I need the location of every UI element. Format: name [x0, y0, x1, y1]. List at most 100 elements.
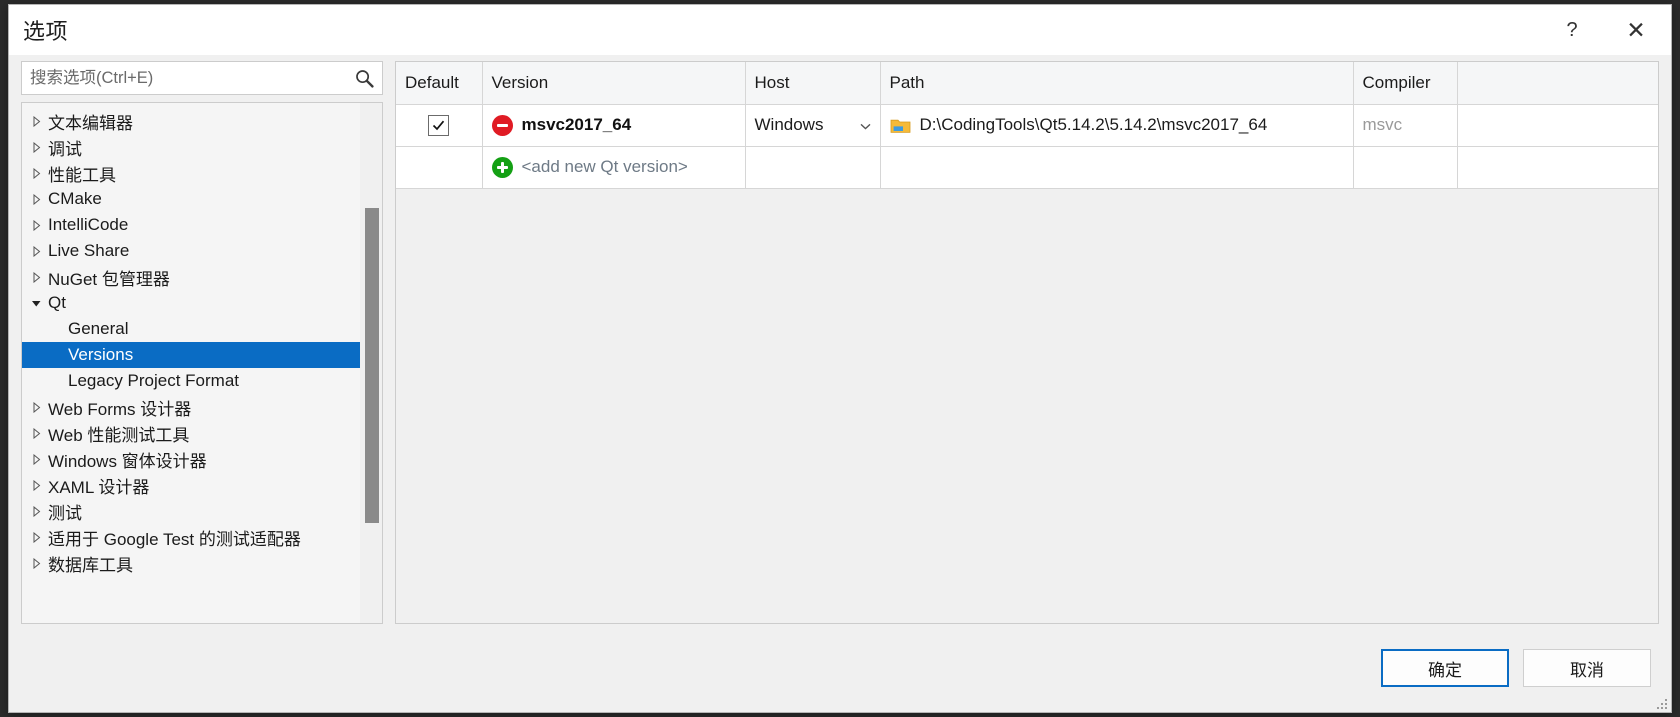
sidebar-item-label: IntelliCode — [48, 215, 129, 234]
chevron-down-icon[interactable] — [860, 118, 871, 133]
sidebar-item-[interactable]: 文本编辑器 — [22, 108, 360, 134]
cell-compiler: msvc — [1353, 104, 1458, 147]
caret-right-icon[interactable] — [31, 167, 48, 179]
caret-right-icon[interactable] — [31, 557, 48, 569]
version-name: msvc2017_64 — [521, 115, 632, 134]
sidebar-item-label: Web Forms 设计器 — [48, 399, 192, 419]
page-title: 选项 — [23, 19, 69, 44]
sidebar-item-label: CMake — [48, 189, 102, 208]
caret-down-icon[interactable] — [31, 298, 48, 309]
table-row[interactable]: msvc2017_64 Windows D:\CodingTools\Qt5.1… — [396, 104, 1658, 147]
qt-versions-table: Default Version Host Path Compiler msvc2… — [396, 62, 1658, 189]
sidebar-item-label: 测试 — [48, 503, 82, 523]
cell-version[interactable]: msvc2017_64 — [482, 104, 746, 147]
cell-host-empty — [745, 146, 881, 189]
sidebar-item-xaml[interactable]: XAML 设计器 — [22, 472, 360, 498]
caret-right-icon[interactable] — [31, 401, 48, 413]
close-icon[interactable]: ✕ — [1601, 5, 1671, 55]
add-new-version-label: <add new Qt version> — [521, 157, 688, 176]
title-bar: 选项 ? ✕ — [9, 5, 1671, 55]
sidebar-item-google-test[interactable]: 适用于 Google Test 的测试适配器 — [22, 524, 360, 550]
caret-right-icon[interactable] — [31, 479, 48, 491]
column-header-path[interactable]: Path — [880, 62, 1354, 105]
sidebar-item-label: 适用于 Google Test 的测试适配器 — [48, 529, 301, 549]
add-icon[interactable] — [491, 156, 513, 178]
cell-path-empty — [880, 146, 1354, 189]
qt-versions-panel: Default Version Host Path Compiler msvc2… — [395, 61, 1659, 624]
column-header-extra[interactable] — [1457, 62, 1658, 105]
sidebar-item-label: Legacy Project Format — [68, 371, 240, 390]
column-header-host[interactable]: Host — [745, 62, 881, 105]
sidebar-item-legacy-project-format[interactable]: Legacy Project Format — [22, 368, 360, 394]
cell-extra — [1457, 104, 1658, 147]
cancel-button[interactable]: 取消 — [1523, 649, 1651, 687]
compiler-value: msvc — [1362, 115, 1403, 134]
options-dialog: 选项 ? ✕ 文本编辑器调试性能工具 CMake IntelliCode Live S… — [8, 4, 1672, 713]
sidebar-item-[interactable]: 数据库工具 — [22, 550, 360, 576]
sidebar-item-label: Versions — [68, 345, 134, 364]
sidebar-item-label: 文本编辑器 — [48, 113, 133, 133]
cell-default-empty — [396, 146, 483, 189]
sidebar-item-web-forms[interactable]: Web Forms 设计器 — [22, 394, 360, 420]
cell-extra-empty — [1457, 146, 1658, 189]
sidebar-item-label: Live Share — [48, 241, 130, 260]
caret-right-icon[interactable] — [31, 245, 48, 257]
sidebar-item-[interactable]: 测试 — [22, 498, 360, 524]
caret-right-icon[interactable] — [31, 271, 48, 283]
sidebar-item-label: General — [68, 319, 129, 338]
sidebar-item-intellicode[interactable]: IntelliCode — [22, 212, 360, 238]
sidebar-item-[interactable]: 性能工具 — [22, 160, 360, 186]
dialog-footer: 确定 取消 — [9, 624, 1671, 712]
sidebar-scrollbar[interactable] — [360, 103, 382, 623]
sidebar-item-label: 数据库工具 — [48, 555, 133, 575]
ok-button[interactable]: 确定 — [1381, 649, 1509, 687]
caret-right-icon[interactable] — [31, 505, 48, 517]
table-row-add-new[interactable]: <add new Qt version> — [396, 146, 1658, 189]
sidebar-item-windows[interactable]: Windows 窗体设计器 — [22, 446, 360, 472]
default-checkbox[interactable] — [428, 114, 450, 136]
folder-icon — [890, 117, 911, 134]
sidebar-item-label: 性能工具 — [48, 165, 116, 185]
sidebar-item-general[interactable]: General — [22, 316, 360, 342]
left-pane: 文本编辑器调试性能工具 CMake IntelliCode Live Share NuG… — [21, 61, 383, 624]
sidebar-item-nuget[interactable]: NuGet 包管理器 — [22, 264, 360, 290]
cell-default[interactable] — [396, 104, 483, 147]
sidebar-item-web[interactable]: Web 性能测试工具 — [22, 420, 360, 446]
sidebar-item-qt[interactable]: Qt — [22, 290, 360, 316]
sidebar-item-label: Web 性能测试工具 — [48, 425, 190, 445]
sidebar-scrollbar-thumb[interactable] — [365, 208, 379, 523]
sidebar-item-versions[interactable]: Versions — [22, 342, 360, 368]
column-header-default[interactable]: Default — [396, 62, 483, 105]
host-value: Windows — [754, 115, 824, 134]
help-button[interactable]: ? — [1543, 5, 1601, 55]
caret-right-icon[interactable] — [31, 115, 48, 127]
remove-icon[interactable] — [491, 114, 513, 136]
search-box[interactable] — [21, 61, 383, 95]
sidebar-item-label: NuGet 包管理器 — [48, 269, 170, 289]
caret-right-icon[interactable] — [31, 427, 48, 439]
caret-right-icon[interactable] — [31, 193, 48, 205]
cell-host[interactable]: Windows — [745, 104, 881, 147]
caret-right-icon[interactable] — [31, 219, 48, 231]
caret-right-icon[interactable] — [31, 141, 48, 153]
cell-path[interactable]: D:\CodingTools\Qt5.14.2\5.14.2\msvc2017_… — [880, 104, 1354, 147]
sidebar-item-label: Qt — [48, 293, 66, 312]
sidebar-item-label: XAML 设计器 — [48, 477, 150, 497]
caret-right-icon[interactable] — [31, 453, 48, 465]
path-value: D:\CodingTools\Qt5.14.2\5.14.2\msvc2017_… — [919, 115, 1268, 134]
options-tree-panel: 文本编辑器调试性能工具 CMake IntelliCode Live Share NuG… — [21, 102, 383, 624]
window-controls: ? ✕ — [1543, 5, 1671, 55]
cell-add-new-version[interactable]: <add new Qt version> — [482, 146, 746, 189]
sidebar-item-label: 调试 — [48, 139, 82, 159]
search-input[interactable] — [22, 62, 382, 94]
sidebar-item-live-share[interactable]: Live Share — [22, 238, 360, 264]
caret-right-icon[interactable] — [31, 531, 48, 543]
cell-compiler-empty — [1353, 146, 1458, 189]
options-tree[interactable]: 文本编辑器调试性能工具 CMake IntelliCode Live Share NuG… — [22, 103, 360, 623]
resize-grip[interactable] — [1655, 697, 1667, 709]
column-header-version[interactable]: Version — [482, 62, 746, 105]
column-header-compiler[interactable]: Compiler — [1353, 62, 1458, 105]
dialog-body: 文本编辑器调试性能工具 CMake IntelliCode Live Share NuG… — [9, 55, 1671, 624]
sidebar-item-[interactable]: 调试 — [22, 134, 360, 160]
sidebar-item-cmake[interactable]: CMake — [22, 186, 360, 212]
